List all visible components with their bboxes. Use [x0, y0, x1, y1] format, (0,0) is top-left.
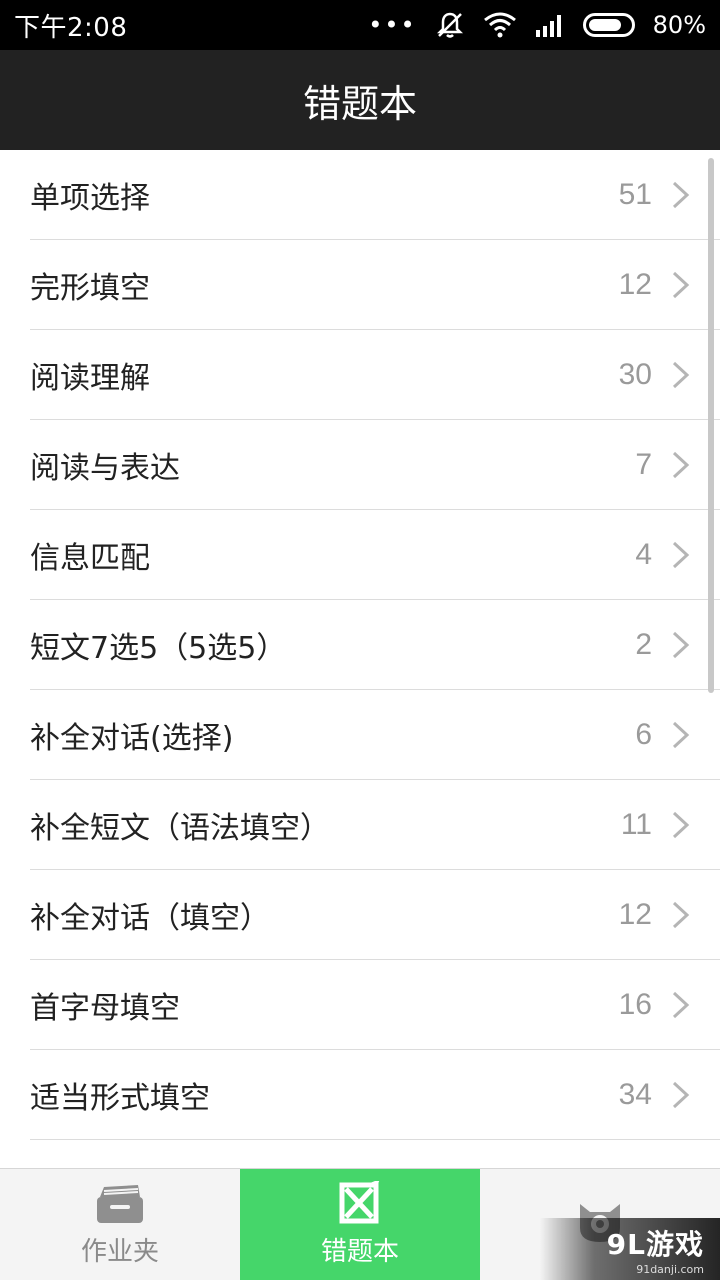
list-item-label: 适当形式填空 — [30, 1081, 210, 1116]
chevron-right-icon — [672, 811, 690, 839]
list-item-count: 6 — [635, 718, 652, 751]
list-item-label: 补全对话（填空） — [30, 901, 270, 936]
more-dots-icon: ••• — [368, 11, 417, 39]
list-item[interactable]: 补全对话(选择) 6 — [0, 690, 720, 780]
list-item[interactable]: 补全对话（填空） 12 — [0, 870, 720, 960]
tab-label: 错题本 — [320, 1237, 399, 1267]
category-list: 单项选择 51 完形填空 12 阅读理解 30 阅读与表达 7 信息匹配 4 短文7选5（5选5） 2… — [0, 150, 720, 1170]
list-item-count: 7 — [635, 448, 652, 481]
chevron-right-icon — [672, 271, 690, 299]
list-item-label: 阅读理解 — [30, 361, 150, 396]
signal-icon — [535, 15, 561, 37]
wifi-icon — [483, 12, 516, 38]
chevron-right-icon — [672, 541, 690, 569]
list-item-label: 阅读与表达 — [30, 451, 180, 486]
title-bar: 错题本 — [0, 50, 720, 150]
list-item-count: 12 — [618, 898, 652, 931]
chevron-right-icon — [672, 901, 690, 929]
list-item[interactable]: 首字母填空 16 — [0, 960, 720, 1050]
list-item-count: 51 — [618, 178, 652, 211]
list-item-count: 4 — [635, 538, 652, 571]
list-item[interactable]: 短文7选5（5选5） 2 — [0, 600, 720, 690]
chevron-right-icon — [672, 181, 690, 209]
folder-icon — [97, 1185, 143, 1223]
list-item[interactable]: 适当形式填空 34 — [0, 1050, 720, 1140]
list-item-count: 12 — [618, 268, 652, 301]
list-item-label: 信息匹配 — [30, 541, 150, 576]
list-item[interactable]: 阅读与表达 7 — [0, 420, 720, 510]
chevron-right-icon — [672, 721, 690, 749]
chevron-right-icon — [672, 631, 690, 659]
tab-label: 作业夹 — [80, 1237, 159, 1267]
chevron-right-icon — [672, 991, 690, 1019]
list-item-label: 首字母填空 — [30, 991, 180, 1026]
chevron-right-icon — [672, 451, 690, 479]
page-title: 错题本 — [302, 81, 417, 126]
tab-homework-folder[interactable]: 作业夹 — [0, 1169, 240, 1280]
list-item[interactable]: 完形填空 12 — [0, 240, 720, 330]
tab-wrong-book[interactable]: 错题本 — [240, 1169, 480, 1280]
watermark-logo: 9L游戏 — [606, 1227, 704, 1261]
scrollbar[interactable] — [708, 158, 714, 693]
status-icons: ••• 80% — [368, 10, 706, 40]
battery-fill — [588, 19, 621, 31]
battery-icon — [582, 13, 635, 37]
list-item[interactable]: 阅读理解 30 — [0, 330, 720, 420]
list-item[interactable]: 补全短文（语法填空） 11 — [0, 780, 720, 870]
list-item-count: 2 — [635, 628, 652, 661]
watermark-url: 91danji.com — [636, 1262, 704, 1276]
status-bar: 下午2:08 ••• 80% — [0, 0, 720, 50]
wrong-book-icon — [339, 1181, 380, 1224]
list-item-label: 补全对话(选择) — [30, 721, 234, 756]
list-item-count: 16 — [618, 988, 652, 1021]
chevron-right-icon — [672, 1081, 690, 1109]
mute-icon — [436, 12, 463, 38]
status-time: 下午2:08 — [14, 12, 128, 43]
list-item-label: 单项选择 — [30, 181, 150, 216]
chevron-right-icon — [672, 361, 690, 389]
list-item-label: 完形填空 — [30, 271, 150, 306]
list-item[interactable]: 单项选择 51 — [0, 150, 720, 240]
list-item[interactable]: 信息匹配 4 — [0, 510, 720, 600]
list-item-count: 30 — [618, 358, 652, 391]
list-item-count: 34 — [618, 1078, 652, 1111]
battery-percent: 80% — [652, 11, 706, 39]
list-item-label: 短文7选5（5选5） — [30, 631, 287, 666]
list-item-label: 补全短文（语法填空） — [30, 811, 330, 846]
watermark: 9L游戏 91danji.com — [540, 1218, 720, 1280]
list-item-count: 11 — [620, 808, 652, 841]
